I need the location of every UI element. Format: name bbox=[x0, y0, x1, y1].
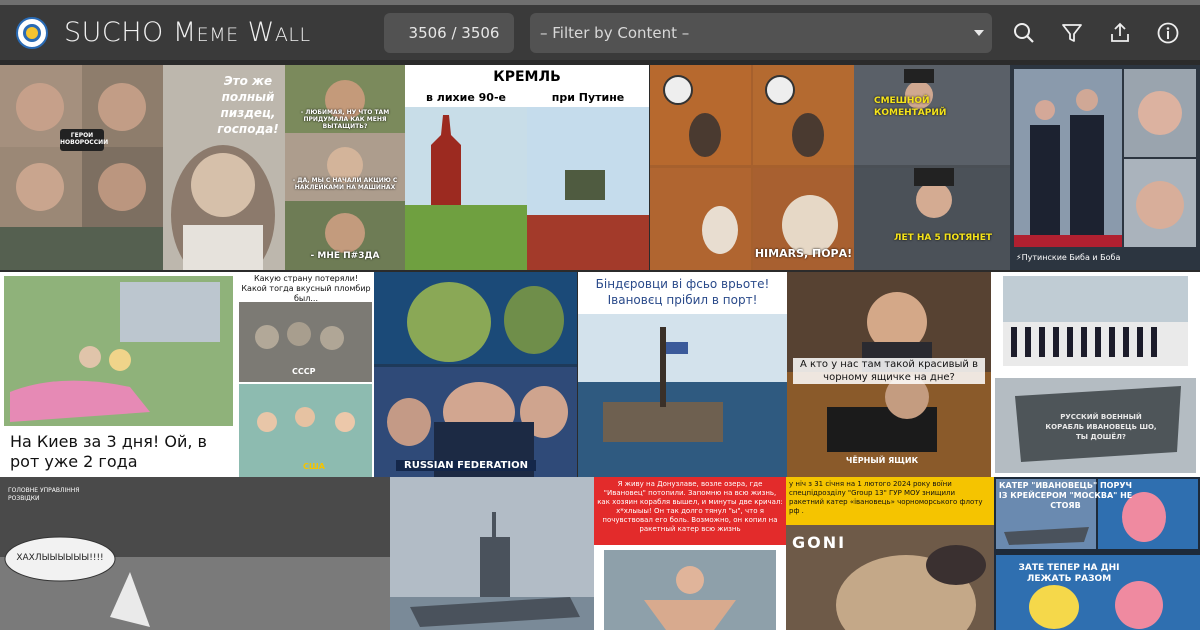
meme-tile[interactable]: А кто у нас там такой красивый в чорному… bbox=[787, 272, 991, 477]
meme-caption: КРЕМЛЬ bbox=[493, 69, 561, 85]
meme-tile[interactable]: СМЕШНОЙ КОМЕНТАРИЙ ЛЕТ НА 5 ПОТЯНЕТ bbox=[854, 65, 1010, 270]
meme-tile[interactable]: КРЕМЛЬ в лихие 90-е при Путине bbox=[405, 65, 649, 270]
goni-logo: GONI bbox=[792, 533, 847, 552]
meme-caption: Біндєровци ві фсьо врьоте! Івановєц пріб… bbox=[595, 277, 770, 307]
speech-bubble: ХАХЛЫЫЫЫЫЫ!!!! bbox=[16, 553, 104, 563]
meme-caption: у ніч з 31 січня на 1 лютого 2024 року в… bbox=[786, 477, 994, 525]
meme-caption: RUSSIAN FEDERATION bbox=[396, 460, 536, 471]
meme-caption: Это же полный пиздец, господа! bbox=[217, 74, 279, 136]
meme-caption: Какую страну потеряли! Какой тогда вкусн… bbox=[241, 274, 371, 303]
item-counter: 3506 / 3506 bbox=[384, 13, 514, 53]
meme-caption: А кто у нас там такой красивый в чорному… bbox=[793, 358, 985, 384]
meme-caption: КАТЕР "ИВАНОВЕЦЬ" ПОРУЧ ІЗ КРЕЙСЕРОМ "МО… bbox=[998, 481, 1133, 510]
meme-caption: - ДА, МЫ С НАЧАЛИ АКЦИЮ С НАКЛЕЙКАМИ НА … bbox=[292, 177, 398, 191]
meme-caption: На Киев за 3 дня! Ой, в рот уже 2 года bbox=[10, 432, 207, 471]
meme-caption: ЗАТЕ ТЕПЕР НА ДНІ ЛЕЖАТЬ РАЗОМ bbox=[1018, 563, 1120, 584]
meme-tile[interactable]: Это же полный пиздец, господа! bbox=[163, 65, 285, 270]
meme-tile[interactable]: ГОЛОВНЕ УПРАВЛІННЯ РОЗВІДКИ ХАХЛЫЫЫЫЫЫ!!… bbox=[0, 477, 390, 630]
meme-tile[interactable]: Какую страну потеряли! Какой тогда вкусн… bbox=[237, 272, 374, 477]
meme-tag: США bbox=[303, 462, 325, 471]
app-title: SUCHO Meme Wall bbox=[64, 17, 311, 48]
sucho-logo-icon[interactable] bbox=[16, 17, 48, 49]
meme-caption: при Путине bbox=[551, 91, 625, 104]
meme-caption: Я живу на Донузлаве, возле озера, где "И… bbox=[594, 477, 786, 545]
meme-image bbox=[285, 65, 405, 270]
meme-tile[interactable]: RUSSIAN FEDERATION bbox=[374, 272, 577, 477]
meme-tile[interactable]: Біндєровци ві фсьо врьоте! Івановєц пріб… bbox=[578, 272, 787, 477]
filter-select[interactable]: – Filter by Content – bbox=[530, 13, 992, 53]
search-icon[interactable] bbox=[1010, 19, 1038, 47]
info-icon[interactable] bbox=[1154, 19, 1182, 47]
meme-tile[interactable]: Я живу на Донузлаве, возле озера, где "И… bbox=[594, 477, 786, 630]
meme-caption: ⚡Путинские Биба и Боба bbox=[1016, 253, 1121, 262]
meme-image bbox=[995, 276, 1196, 473]
hero-badge: ГЕРОИ НОВОРОССИИ bbox=[60, 129, 108, 151]
app-header: SUCHO Meme Wall 3506 / 3506 – Filter by … bbox=[0, 5, 1200, 60]
meme-caption: в лихие 90-е bbox=[426, 91, 506, 104]
gur-logo-text: ГОЛОВНЕ УПРАВЛІННЯ РОЗВІДКИ bbox=[8, 487, 80, 502]
meme-caption: HIMARS, ПОРА! bbox=[754, 247, 853, 260]
meme-image bbox=[0, 65, 163, 270]
meme-caption: - ЛЮБИМАЯ, НУ ЧТО ТАМ ПРИДУМАЛА КАК МЕНЯ… bbox=[300, 109, 390, 130]
meme-tag: ЧЁРНЫЙ ЯЩИК bbox=[845, 456, 919, 465]
meme-tile[interactable]: ГЕРОИ НОВОРОССИИ bbox=[0, 65, 163, 270]
meme-tile[interactable]: - ЛЮБИМАЯ, НУ ЧТО ТАМ ПРИДУМАЛА КАК МЕНЯ… bbox=[285, 65, 405, 270]
meme-tile[interactable]: ⚡Путинские Биба и Боба bbox=[1010, 65, 1200, 270]
meme-caption: РУССКИЙ ВОЕННЫЙ КОРАБЛЬ ИВАНОВЕЦЬ ШО, ТЫ… bbox=[1045, 413, 1157, 441]
meme-caption: ЛЕТ НА 5 ПОТЯНЕТ bbox=[894, 233, 992, 243]
meme-image bbox=[604, 550, 776, 630]
meme-tile[interactable]: РУССКИЙ ВОЕННЫЙ КОРАБЛЬ ИВАНОВЕЦЬ ШО, ТЫ… bbox=[991, 272, 1200, 477]
meme-tile[interactable]: На Киев за 3 дня! Ой, в рот уже 2 года bbox=[0, 272, 237, 477]
meme-image bbox=[1014, 69, 1196, 247]
meme-grid: ГЕРОИ НОВОРОССИИ Это же полный пиздец, г… bbox=[0, 60, 1200, 630]
meme-tile[interactable]: у ніч з 31 січня на 1 лютого 2024 року в… bbox=[786, 477, 994, 630]
meme-caption: - МНЕ П#3ДА bbox=[310, 251, 380, 261]
meme-tile[interactable]: HIMARS, ПОРА! bbox=[650, 65, 854, 270]
filter-select-label: – Filter by Content – bbox=[540, 24, 690, 42]
meme-caption: СМЕШНОЙ КОМЕНТАРИЙ bbox=[874, 96, 947, 118]
meme-tile[interactable] bbox=[390, 477, 594, 630]
meme-image bbox=[390, 477, 594, 630]
meme-image bbox=[374, 272, 577, 477]
filter-icon[interactable] bbox=[1058, 19, 1086, 47]
meme-tag: СССР bbox=[292, 367, 316, 376]
meme-image bbox=[650, 65, 854, 270]
chevron-down-icon bbox=[974, 30, 984, 36]
meme-tile[interactable]: КАТЕР "ИВАНОВЕЦЬ" ПОРУЧ ІЗ КРЕЙСЕРОМ "МО… bbox=[994, 477, 1200, 630]
share-icon[interactable] bbox=[1106, 19, 1134, 47]
